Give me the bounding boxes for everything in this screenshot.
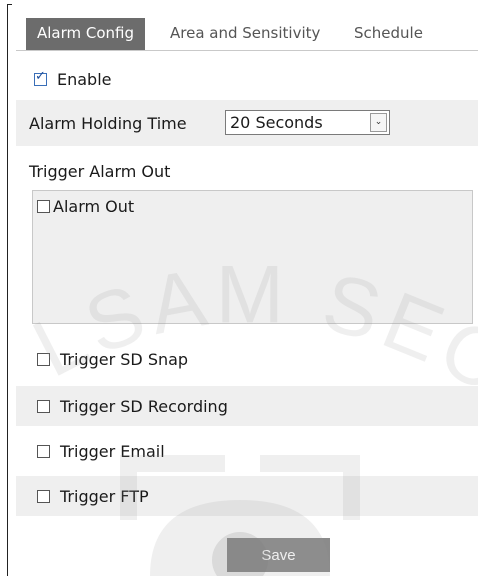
left-border-tick	[7, 4, 12, 5]
trigger-ftp-checkbox[interactable]	[37, 489, 50, 503]
enable-row: ✓ Enable	[16, 64, 478, 94]
trigger-ftp-label: Trigger FTP	[60, 486, 149, 506]
trigger-sd-snap-checkbox[interactable]	[37, 352, 50, 366]
alarm-settings-page: Alarm Config Area and Sensitivity Schedu…	[0, 0, 478, 576]
trigger-sd-recording-label: Trigger SD Recording	[60, 396, 228, 416]
trigger-sd-snap-label: Trigger SD Snap	[60, 349, 189, 369]
enable-label: Enable	[57, 69, 112, 89]
trigger-ftp-row: Trigger FTP	[16, 476, 478, 516]
trigger-alarm-out-label: Trigger Alarm Out	[29, 161, 171, 181]
chevron-down-icon[interactable]: ⌄	[370, 113, 387, 132]
checkmark-icon: ✓	[35, 68, 46, 84]
save-button[interactable]: Save	[227, 538, 330, 572]
tab-schedule[interactable]: Schedule	[354, 18, 423, 49]
enable-checkbox[interactable]: ✓	[34, 68, 47, 86]
alarm-holding-time-label: Alarm Holding Time	[29, 113, 187, 133]
alarm-out-item: Alarm Out	[37, 197, 134, 216]
alarm-config-panel: Alarm Config Area and Sensitivity Schedu…	[16, 14, 478, 576]
trigger-sd-snap-row: Trigger SD Snap	[16, 340, 478, 378]
trigger-email-row: Trigger Email	[16, 432, 478, 470]
trigger-email-label: Trigger Email	[60, 441, 165, 461]
alarm-holding-time-select[interactable]: 20 Seconds ⌄	[225, 110, 390, 135]
alarm-out-label: Alarm Out	[53, 197, 135, 216]
trigger-sd-recording-row: Trigger SD Recording	[16, 386, 478, 426]
alarm-holding-time-row: Alarm Holding Time 20 Seconds ⌄	[16, 100, 478, 146]
trigger-email-checkbox[interactable]	[37, 444, 50, 458]
alarm-holding-time-value: 20 Seconds	[230, 113, 323, 132]
left-border-line	[7, 4, 8, 576]
trigger-sd-recording-checkbox[interactable]	[37, 399, 50, 413]
tab-area-and-sensitivity[interactable]: Area and Sensitivity	[170, 18, 320, 49]
alarm-out-checkbox[interactable]	[37, 200, 50, 213]
tab-alarm-config[interactable]: Alarm Config	[26, 18, 146, 50]
trigger-alarm-out-row: Trigger Alarm Out	[16, 154, 478, 188]
tab-bar: Alarm Config Area and Sensitivity Schedu…	[16, 14, 478, 51]
alarm-out-list: Alarm Out	[32, 190, 473, 324]
